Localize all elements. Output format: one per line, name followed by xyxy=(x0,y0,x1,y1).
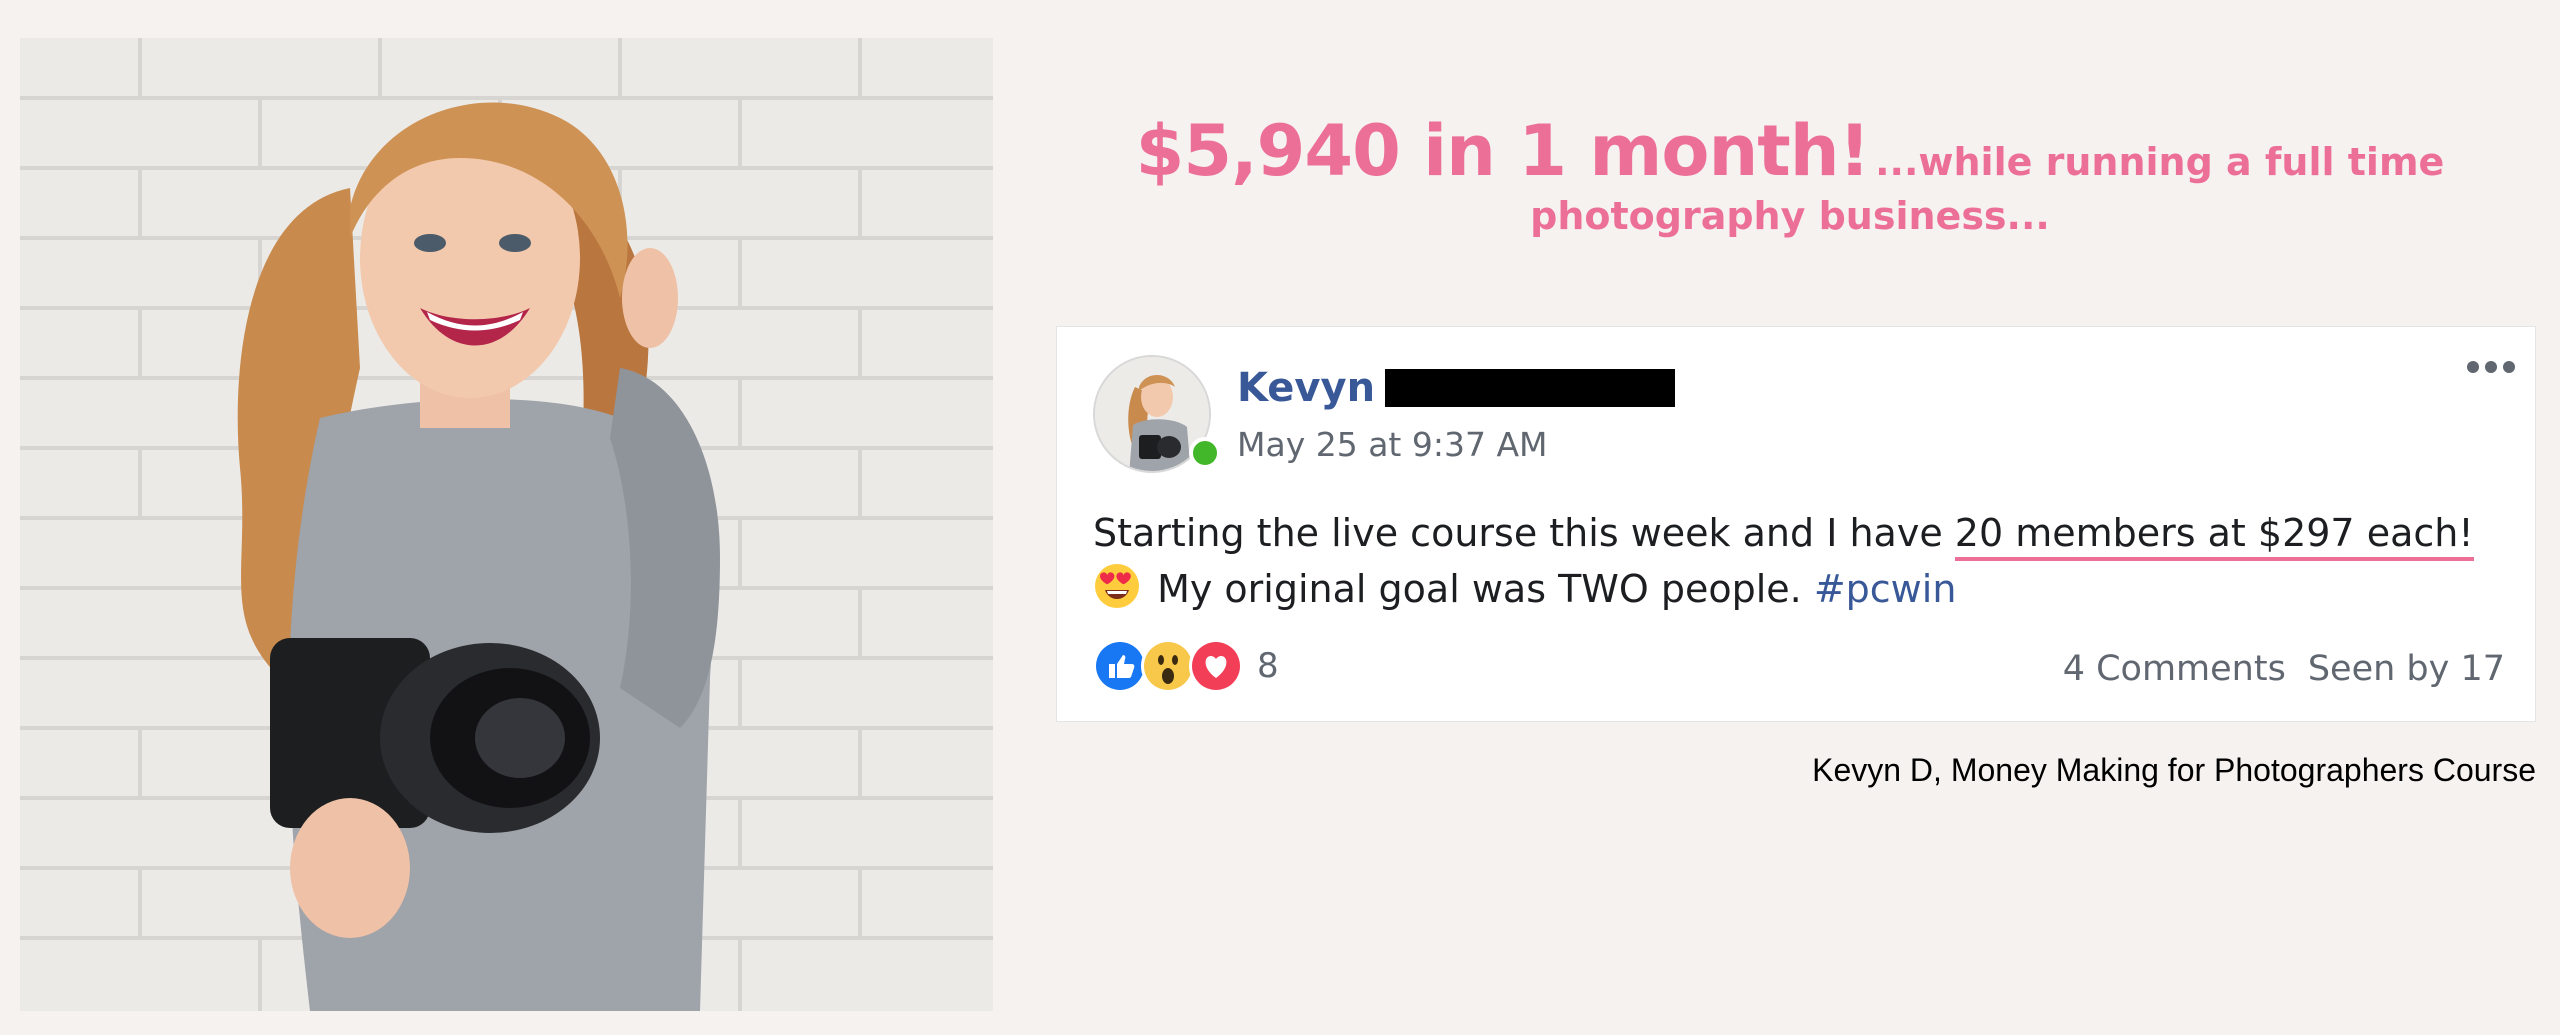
author-row: Kevyn xyxy=(1237,365,1676,411)
online-status-indicator xyxy=(1189,437,1221,469)
heart-eyes-emoji-icon xyxy=(1095,564,1139,608)
wow-icon xyxy=(1141,639,1195,693)
love-icon xyxy=(1189,639,1243,693)
woman-with-camera-image xyxy=(20,38,993,1011)
hashtag-link[interactable]: #pcwin xyxy=(1814,567,1957,611)
ellipsis-dot xyxy=(2485,361,2497,373)
post-text-part1: Starting the live course this week and I… xyxy=(1093,511,1955,555)
reactions-summary[interactable]: 8 xyxy=(1093,639,1279,693)
post-text-part2: My original goal was TWO people. xyxy=(1145,567,1814,611)
post-text: Starting the live course this week and I… xyxy=(1093,505,2513,617)
post-text-highlight: 20 members at $297 each! xyxy=(1954,511,2474,561)
seen-by-link[interactable]: Seen by 17 xyxy=(2308,649,2505,689)
headline-subtext-line2: photography business... xyxy=(1530,194,2050,238)
author-name-link[interactable]: Kevyn xyxy=(1237,365,1375,411)
testimonial-photo xyxy=(20,38,993,1011)
facebook-post-card: Kevyn May 25 at 9:37 AM Starting the liv… xyxy=(1056,326,2536,722)
redacted-surname xyxy=(1385,369,1676,407)
like-icon xyxy=(1093,639,1147,693)
headline-amount: $5,940 in 1 month! xyxy=(1135,110,1871,192)
reaction-count: 8 xyxy=(1257,646,1279,686)
ellipsis-dot xyxy=(2467,361,2479,373)
headline-subtext-line1: ...while running a full time xyxy=(1875,140,2445,184)
post-meta: 4 Comments Seen by 17 xyxy=(2063,649,2505,689)
headline: $5,940 in 1 month! ...while running a fu… xyxy=(1060,110,2520,238)
ellipsis-icon[interactable] xyxy=(2467,361,2515,373)
comments-link[interactable]: 4 Comments xyxy=(2063,649,2286,689)
testimonial-caption: Kevyn D, Money Making for Photographers … xyxy=(1812,752,2536,788)
post-timestamp[interactable]: May 25 at 9:37 AM xyxy=(1237,425,1548,464)
ellipsis-dot xyxy=(2503,361,2515,373)
